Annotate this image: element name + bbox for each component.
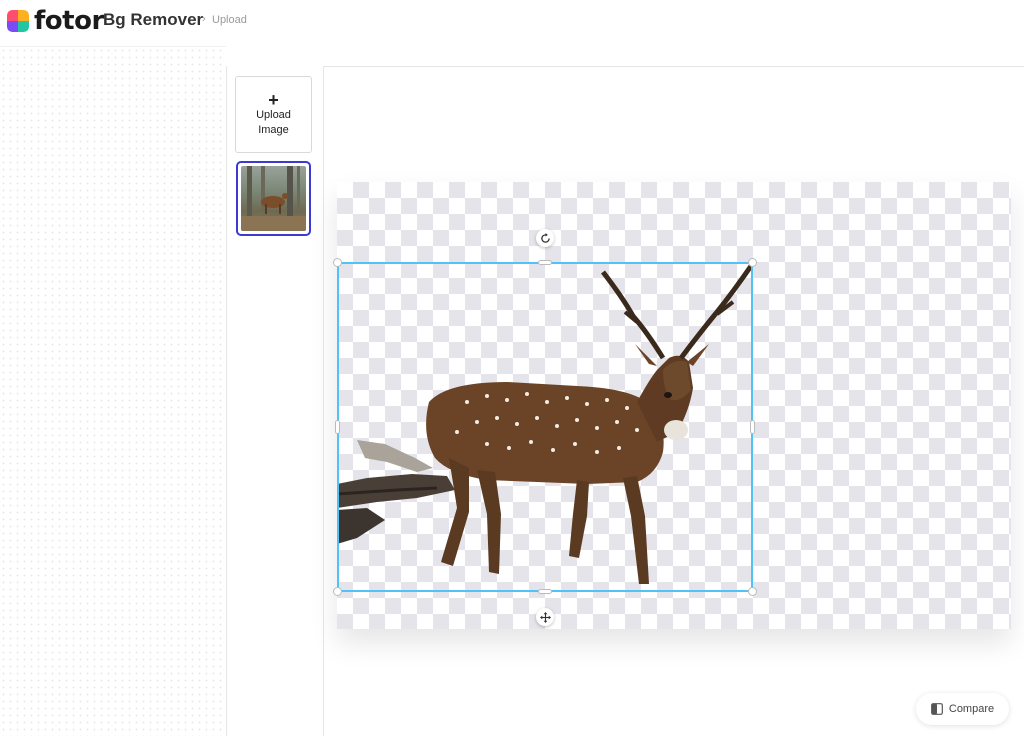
logo-wordmark: fotor <box>34 6 104 36</box>
upload-label-line2: Image <box>258 123 289 136</box>
workspace-top-divider <box>226 66 1024 67</box>
resize-handle-left[interactable] <box>335 420 340 434</box>
breadcrumb-chevron-icon: › <box>202 13 206 25</box>
left-tool-panel <box>0 46 226 736</box>
thumbnail-image <box>241 166 306 231</box>
compare-icon <box>930 703 943 715</box>
resize-handle-bottom-left[interactable] <box>333 587 342 596</box>
resize-handle-bottom[interactable] <box>538 589 552 594</box>
fotor-logo-icon <box>7 10 29 32</box>
compare-label: Compare <box>948 703 995 715</box>
upload-image-button[interactable]: + Upload Image <box>235 76 312 153</box>
move-icon[interactable] <box>536 608 554 626</box>
compare-button[interactable]: Compare <box>916 693 1009 725</box>
upload-label-line1: Upload <box>256 108 291 121</box>
fotor-logo[interactable]: fotor <box>7 8 104 34</box>
selection-frame[interactable] <box>337 262 753 592</box>
plus-icon: + <box>268 89 279 110</box>
resize-handle-bottom-right[interactable] <box>748 587 757 596</box>
resize-handle-top-right[interactable] <box>748 258 757 267</box>
resize-handle-right[interactable] <box>750 420 755 434</box>
rotate-icon[interactable] <box>536 229 554 247</box>
top-header: fotor Bg Remover › Upload <box>0 0 1024 42</box>
resize-handle-top[interactable] <box>538 260 552 265</box>
product-title: Bg Remover <box>103 10 204 29</box>
breadcrumb-upload[interactable]: Upload <box>212 14 247 26</box>
image-thumbnail-selected[interactable] <box>236 161 311 236</box>
resize-handle-top-left[interactable] <box>333 258 342 267</box>
